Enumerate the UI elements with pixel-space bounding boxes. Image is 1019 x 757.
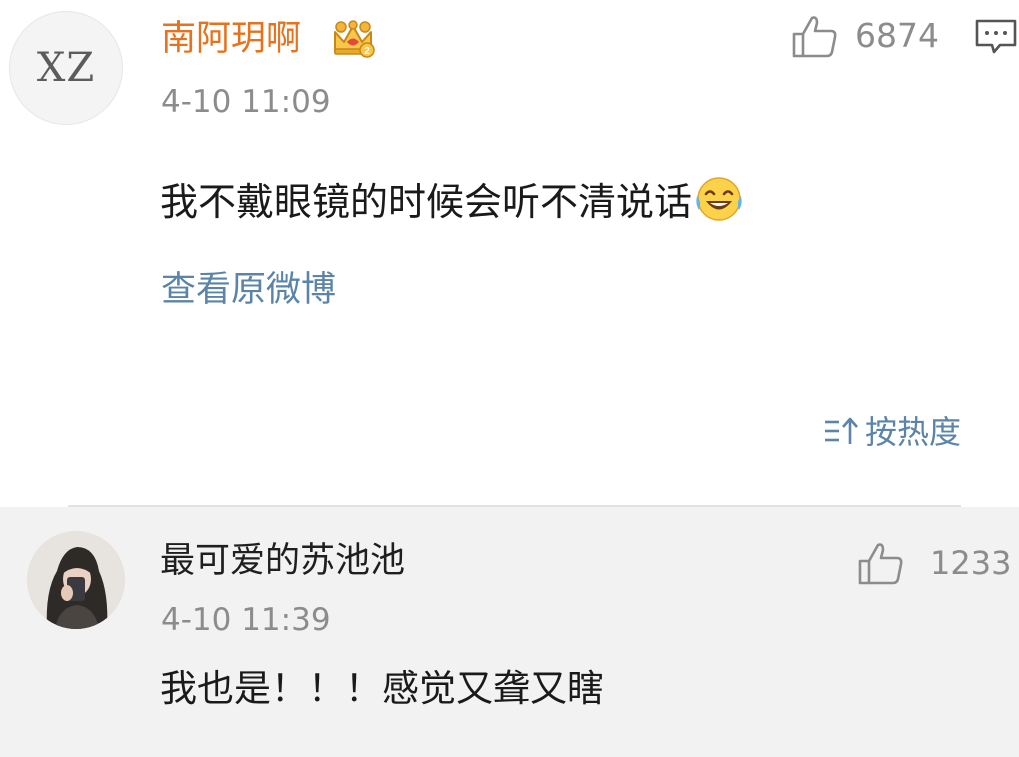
sort-icon — [824, 417, 858, 444]
avatar-photo — [27, 531, 125, 629]
like-icon[interactable] — [856, 539, 906, 587]
sort-label: 按热度 — [864, 413, 961, 451]
svg-text:2: 2 — [364, 46, 370, 57]
laughing-tears-emoji-icon — [696, 177, 742, 221]
reply-timestamp: 4-10 11:39 — [161, 602, 331, 638]
crown-badge-icon: 2 — [334, 20, 375, 58]
reply-comment: 最可爱的苏池池 4-10 11:39 1233 我也是！！！感觉又聋又瞎 — [0, 507, 1019, 757]
view-original-weibo-link[interactable]: 查看原微博 — [161, 266, 336, 314]
reply-text: 我也是！！！感觉又聋又瞎 — [160, 667, 604, 710]
comment-text: 我不戴眼镜的时候会听不清说话 — [160, 174, 744, 228]
like-count: 6874 — [855, 16, 939, 55]
like-icon[interactable] — [790, 12, 840, 60]
avatar[interactable] — [27, 531, 125, 629]
avatar[interactable]: XZ — [9, 11, 123, 125]
comment-text-content: 我不戴眼镜的时候会听不清说话 — [160, 180, 693, 224]
main-comment: XZ 南阿玥啊 2 4-10 11:09 6874 我不戴眼镜的时候会听不清说话 — [0, 0, 1019, 505]
comment-reply-icon[interactable] — [974, 17, 1018, 59]
avatar-initials: XZ — [36, 45, 96, 91]
comment-timestamp: 4-10 11:09 — [161, 84, 331, 120]
reply-username[interactable]: 最可爱的苏池池 — [160, 537, 405, 585]
sort-by-popularity-button[interactable]: 按热度 — [823, 410, 961, 454]
like-count: 1233 — [930, 544, 1012, 582]
comment-username[interactable]: 南阿玥啊 — [161, 15, 301, 63]
